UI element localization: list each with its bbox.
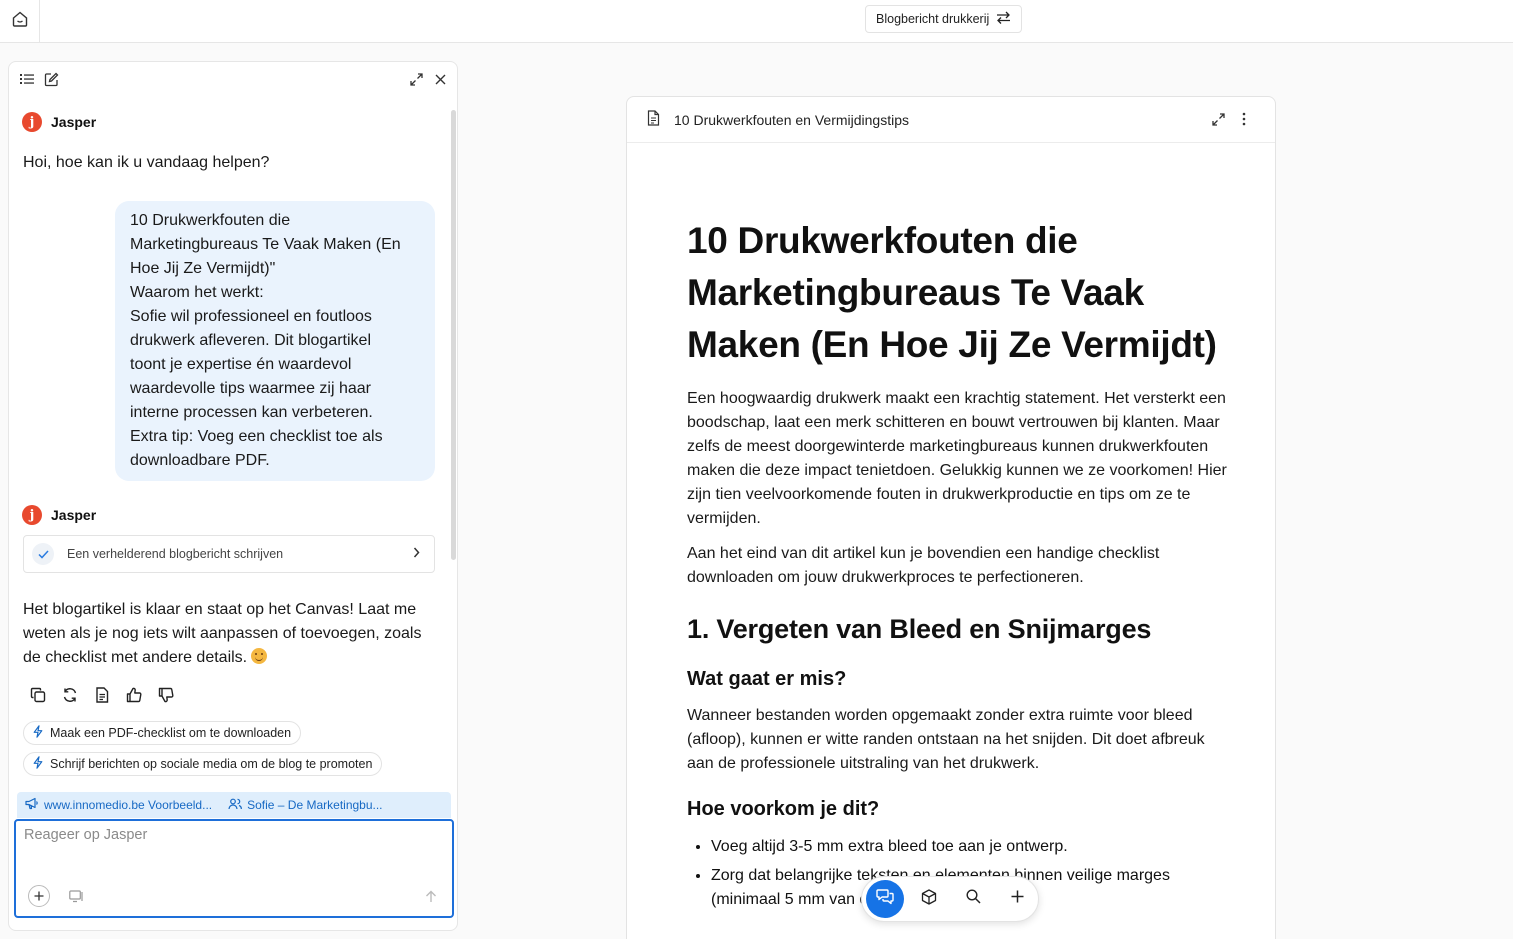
section-paragraph: Wanneer bestanden worden opgemaakt zonde… xyxy=(687,707,1205,772)
lightning-icon xyxy=(33,756,43,772)
top-bar: Blogbericht drukkerij xyxy=(0,0,1513,43)
chat-panel: j Jasper Hoi, hoe kan ik u vandaag helpe… xyxy=(8,61,458,931)
context-item-label: Sofie – De Marketingbu... xyxy=(247,798,383,812)
thumbs-up-icon[interactable] xyxy=(125,686,143,704)
more-options-icon[interactable] xyxy=(1242,112,1246,129)
home-icon xyxy=(11,10,29,33)
document-icon[interactable] xyxy=(93,686,111,704)
document-body: 10 Drukwerkfouten die Marketingbureaus T… xyxy=(687,215,1227,917)
suggestion-chip[interactable]: Maak een PDF-checklist om te downloaden xyxy=(23,721,302,745)
assets-button[interactable] xyxy=(910,880,948,918)
user-message-line: Marketingbureaus Te Vaak Maken (En xyxy=(130,236,401,253)
chat-toolbar xyxy=(9,62,457,96)
expand-icon[interactable] xyxy=(407,70,425,88)
document-canvas: 10 Drukwerkfouten en Vermijdingstips 10 … xyxy=(626,96,1276,939)
thumbs-down-icon[interactable] xyxy=(157,686,175,704)
jasper-avatar: j xyxy=(22,112,42,132)
home-button[interactable] xyxy=(0,0,40,42)
canvas-mode-icon[interactable] xyxy=(68,888,86,904)
lightning-icon xyxy=(33,725,43,741)
expand-icon[interactable] xyxy=(1212,113,1225,129)
message-input[interactable] xyxy=(24,827,424,843)
user-message-line: Sofie wil professioneel en foutloos xyxy=(130,308,372,325)
plus-icon xyxy=(1011,890,1024,908)
megaphone-icon xyxy=(25,797,39,813)
user-message-line: drukwerk afleveren. Dit blogartikel xyxy=(130,332,371,349)
suggestion-label: Maak een PDF-checklist om te downloaden xyxy=(50,726,292,740)
user-message-line: Waarom het werkt: xyxy=(130,284,264,301)
task-card[interactable]: Een verhelderend blogbericht schrijven xyxy=(23,535,435,573)
document-switcher-label: Blogbericht drukkerij xyxy=(876,12,990,26)
new-chat-icon[interactable] xyxy=(42,70,60,88)
task-label: Een verhelderend blogbericht schrijven xyxy=(67,547,284,561)
floating-toolbar xyxy=(861,876,1039,922)
close-icon[interactable] xyxy=(431,70,449,88)
assistant-reply: Het blogartikel is klaar en staat op het… xyxy=(23,598,443,670)
document-title: 10 Drukwerkfouten die Marketingbureaus T… xyxy=(687,220,1217,365)
chat-scrollbar[interactable] xyxy=(451,110,456,560)
user-message-bubble: 10 Drukwerkfouten die Marketingbureaus T… xyxy=(115,201,435,481)
add-attachment-button[interactable] xyxy=(28,885,50,907)
greeting-message: Hoi, hoe kan ik u vandaag helpen? xyxy=(23,154,270,171)
document-header: 10 Drukwerkfouten en Vermijdingstips xyxy=(627,97,1275,143)
suggestion-chip[interactable]: Schrijf berichten op sociale media om de… xyxy=(23,752,383,776)
user-message-line: downloadbare PDF. xyxy=(130,452,270,469)
document-switcher-button[interactable]: Blogbericht drukkerij xyxy=(865,5,1023,33)
assistant-name: Jasper xyxy=(51,507,97,523)
regenerate-icon[interactable] xyxy=(61,686,79,704)
subsection-heading: Wat gaat er mis? xyxy=(687,668,847,690)
chevron-right-icon xyxy=(413,547,420,561)
message-actions xyxy=(29,686,175,704)
chat-bubbles-icon xyxy=(876,888,894,910)
list-item: Voeg altijd 3-5 mm extra bleed toe aan j… xyxy=(711,835,1227,859)
chat-toggle-button[interactable] xyxy=(866,880,904,918)
context-item-audience[interactable]: Sofie – De Marketingbu... xyxy=(228,798,383,813)
user-message-line: 10 Drukwerkfouten die xyxy=(130,212,291,229)
context-bar: www.innomedio.be Voorbeeld... Sofie – De… xyxy=(17,792,451,818)
intro-paragraph: Aan het eind van dit artikel kun je bove… xyxy=(687,545,1160,586)
search-button[interactable] xyxy=(954,880,992,918)
assistant-name: Jasper xyxy=(51,114,97,130)
section-heading: 1. Vergeten van Bleed en Snijmarges xyxy=(687,614,1152,644)
jasper-avatar: j xyxy=(22,505,42,525)
suggestion-label: Schrijf berichten op sociale media om de… xyxy=(50,757,373,771)
user-message-line: Hoe Jij Ze Vermijdt)" xyxy=(130,260,276,277)
intro-paragraph: Een hoogwaardig drukwerk maakt een krach… xyxy=(687,390,1227,527)
user-message-line: Extra tip: Voeg een checklist toe als xyxy=(130,428,383,445)
swap-icon xyxy=(996,11,1011,27)
add-button[interactable] xyxy=(998,880,1036,918)
user-message-line: interne processen kan verbeteren. xyxy=(130,404,373,421)
assistant-header: j Jasper xyxy=(22,112,96,132)
assistant-header: j Jasper xyxy=(22,505,96,525)
user-message-line: waardevolle tips waarmee zij haar xyxy=(130,380,371,397)
users-icon xyxy=(228,798,243,813)
send-arrow-icon[interactable] xyxy=(423,888,439,904)
document-header-title: 10 Drukwerkfouten en Vermijdingstips xyxy=(674,111,910,128)
user-message-line: toont je expertise én waardevol xyxy=(130,356,352,373)
list-icon[interactable] xyxy=(18,70,36,88)
message-composer xyxy=(14,819,454,918)
check-icon xyxy=(32,543,54,565)
search-icon xyxy=(965,889,981,909)
context-item-voice[interactable]: www.innomedio.be Voorbeeld... xyxy=(25,797,212,813)
context-item-label: www.innomedio.be Voorbeeld... xyxy=(44,798,213,812)
assistant-reply-text: Het blogartikel is klaar en staat op het… xyxy=(23,601,422,666)
smiling-emoji-icon xyxy=(251,648,268,664)
file-icon xyxy=(647,110,660,129)
cube-icon xyxy=(921,888,937,910)
subsection-heading: Hoe voorkom je dit? xyxy=(687,798,880,820)
copy-icon[interactable] xyxy=(29,686,47,704)
